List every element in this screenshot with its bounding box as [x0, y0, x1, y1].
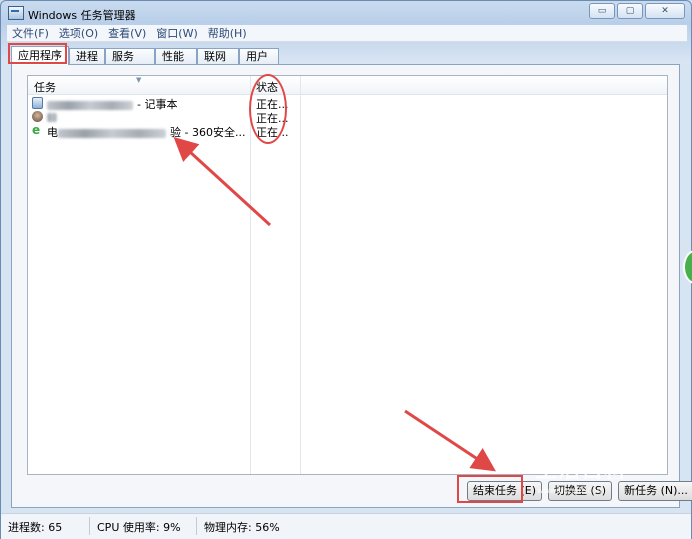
redacted-text [47, 100, 133, 110]
memory-usage: 物理内存: 56% [204, 521, 280, 534]
list-header: 任务 ▼ 状态 [28, 76, 667, 95]
annotation-status-ellipse [249, 74, 287, 144]
sort-caret-icon: ▼ [136, 76, 142, 84]
window-title: Windows 任务管理器 [28, 9, 136, 22]
minimize-button[interactable]: ▭ [589, 3, 615, 19]
task-manager-icon [8, 6, 24, 20]
notepad-icon [32, 97, 43, 109]
annotation-tab-highlight [8, 43, 67, 64]
process-count: 进程数: 65 [8, 521, 63, 534]
applications-panel: 任务 ▼ 状态 - 记事本 正在... 正在... e 电 验 - 360安全.… [11, 64, 692, 508]
task-row[interactable]: e 电验 - 360安全... 正在... [32, 123, 662, 139]
menu-options[interactable]: 选项(O) [54, 25, 103, 41]
tab-networking[interactable]: 联网 [197, 48, 239, 65]
menu-view[interactable]: 查看(V) [103, 25, 151, 41]
ie-browser-icon: e [32, 123, 41, 137]
new-task-button[interactable]: 新任务 (N)... [618, 481, 692, 501]
title-bar[interactable]: Windows 任务管理器 ▭ ▢ ✕ [1, 1, 691, 27]
task-row[interactable]: - 记事本 正在... [32, 96, 662, 111]
column-task[interactable]: 任务 [34, 79, 56, 95]
task-list[interactable]: 任务 ▼ 状态 - 记事本 正在... 正在... e 电 验 - 360安全.… [27, 75, 668, 475]
tab-processes[interactable]: 进程 [69, 48, 105, 65]
maximize-button[interactable]: ▢ [617, 3, 643, 19]
menu-help[interactable]: 帮助(H) [203, 25, 252, 41]
menu-bar: 文件(F) 选项(O) 查看(V) 窗口(W) 帮助(H) [7, 25, 687, 42]
annotation-end-task-highlight [457, 475, 523, 503]
tab-users[interactable]: 用户 [239, 48, 279, 65]
redacted-text [58, 128, 166, 138]
cpu-usage: CPU 使用率: 9% [97, 521, 181, 534]
watermark-url: www.bimeiz.com [537, 486, 605, 495]
close-button[interactable]: ✕ [645, 3, 685, 19]
task-name: 电验 - 360安全... [47, 126, 246, 139]
task-name [47, 110, 61, 123]
menu-file[interactable]: 文件(F) [7, 25, 54, 41]
redacted-text [47, 112, 57, 122]
menu-window[interactable]: 窗口(W) [151, 25, 202, 41]
status-divider [89, 517, 90, 535]
watermark: 生活百科 [535, 458, 628, 483]
avatar-icon [32, 111, 43, 122]
task-row[interactable]: 正在... [32, 110, 662, 125]
status-divider [196, 517, 197, 535]
tab-performance[interactable]: 性能 [155, 48, 197, 65]
tab-services[interactable]: 服务 [105, 48, 155, 65]
status-bar: 进程数: 65 CPU 使用率: 9% 物理内存: 56% [1, 513, 691, 539]
